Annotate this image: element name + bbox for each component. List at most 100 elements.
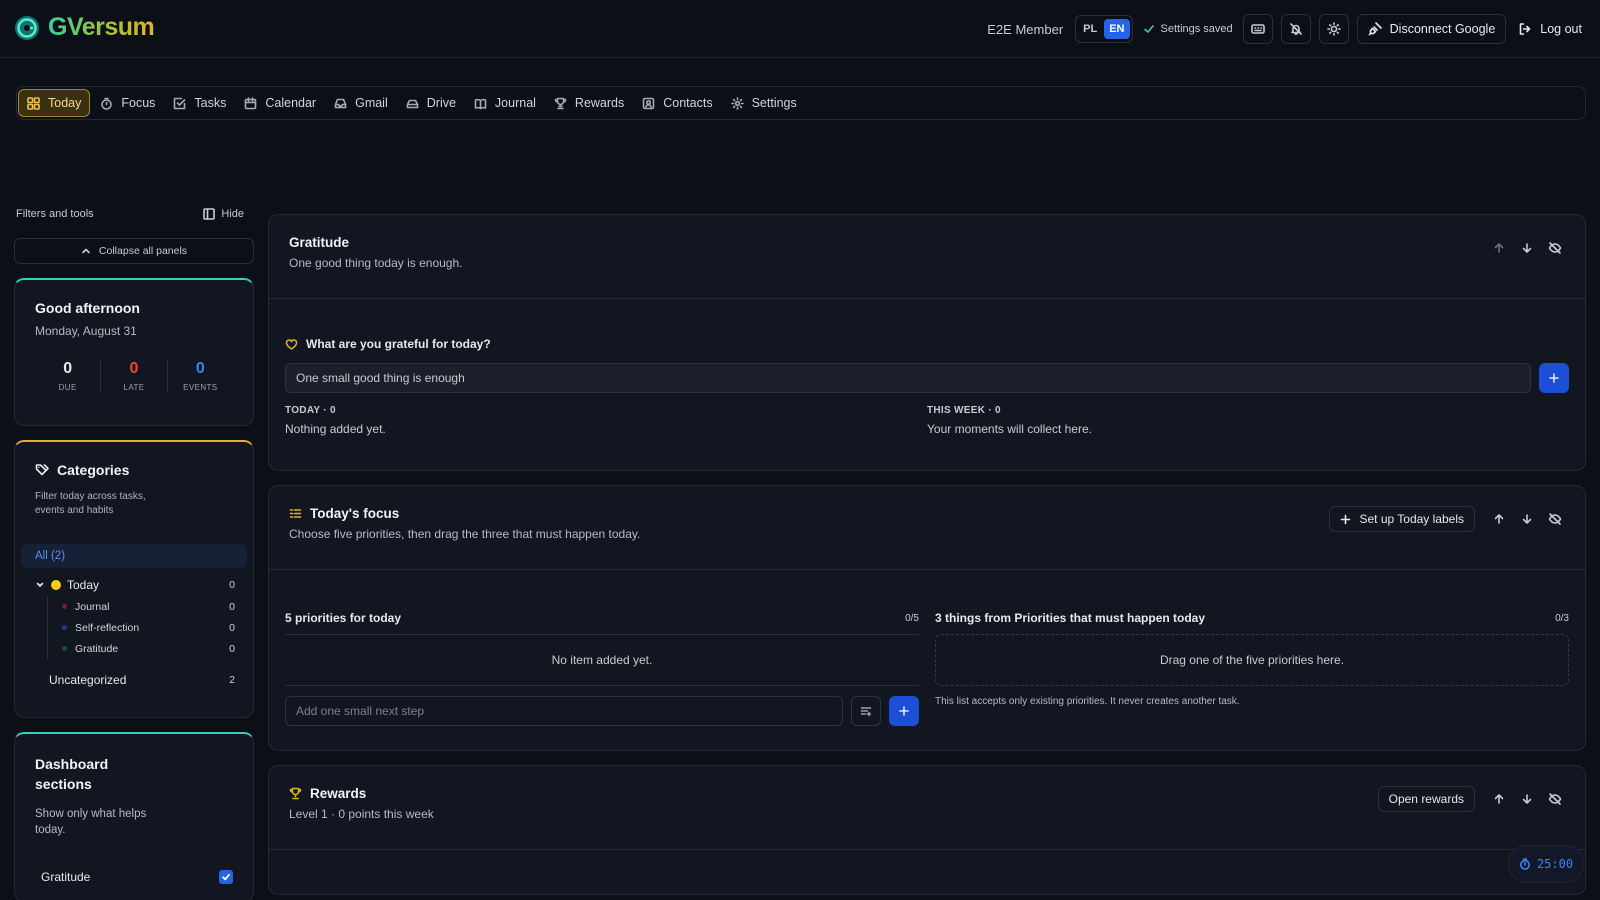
collapse-all-button[interactable]: Collapse all panels (14, 238, 254, 264)
nav-journal-label: Journal (494, 96, 536, 110)
gratitude-checkbox[interactable] (219, 870, 233, 884)
move-up-button[interactable] (1489, 236, 1509, 260)
greeting-date: Monday, August 31 (35, 324, 137, 338)
step-options-button[interactable] (851, 696, 881, 726)
hide-section-button[interactable] (1545, 507, 1565, 531)
hide-section-button[interactable] (1545, 236, 1565, 260)
nav-focus[interactable]: Focus (92, 89, 163, 117)
logout-button[interactable]: Log out (1514, 14, 1586, 44)
lang-pl[interactable]: PL (1078, 19, 1102, 39)
section-toggle-gratitude[interactable]: Gratitude (21, 870, 233, 884)
categories-description: Filter today across tasks, events and ha… (35, 491, 146, 516)
hide-section-button[interactable] (1545, 787, 1565, 811)
gratitude-input[interactable]: One small good thing is enough (285, 363, 1531, 393)
gear-icon (730, 96, 744, 110)
hide-sidebar-button[interactable]: Hide (203, 208, 244, 220)
list-icon (289, 509, 302, 518)
category-journal[interactable]: Journal 0 (47, 596, 247, 617)
gratitude-today: TODAY · 0 Nothing added yet. (285, 405, 927, 436)
move-up-button[interactable] (1489, 787, 1509, 811)
focus-timer-widget[interactable]: 25:00 (1508, 845, 1584, 883)
category-today[interactable]: Today 0 (21, 574, 247, 596)
language-switch[interactable]: PL EN (1075, 15, 1133, 43)
category-uncategorized-count: 2 (229, 674, 235, 686)
stat-late-value: 0 (129, 360, 139, 377)
category-journal-label: Journal (75, 600, 110, 613)
unplug-icon (1368, 22, 1382, 36)
rewards-subtitle: Level 1 · 0 points this week (289, 807, 434, 821)
category-gratitude-label: Gratitude (75, 642, 119, 655)
nav-calendar[interactable]: Calendar (236, 89, 324, 117)
trophy-icon (289, 787, 302, 800)
move-up-button[interactable] (1489, 507, 1509, 531)
gratitude-question-label: What are you grateful for today? (306, 337, 491, 351)
grid-icon (27, 96, 40, 110)
nav-settings-label: Settings (751, 96, 797, 110)
app-logo[interactable]: GVersum (14, 13, 155, 42)
add-step-row: Add one small next step (285, 696, 919, 726)
nav-gmail[interactable]: Gmail (326, 89, 396, 117)
gratitude-body: What are you grateful for today? One sma… (269, 299, 1585, 470)
sun-icon (1326, 22, 1341, 36)
category-gratitude-count: 0 (229, 642, 235, 655)
gratitude-today-caption: TODAY · 0 (285, 405, 336, 416)
lang-en[interactable]: EN (1104, 19, 1130, 39)
nav-rewards[interactable]: Rewards (546, 89, 632, 117)
must-happen-dropzone[interactable]: Drag one of the five priorities here. (935, 634, 1569, 686)
category-gratitude[interactable]: Gratitude 0 (47, 638, 247, 659)
add-step-button[interactable] (889, 696, 919, 726)
setup-today-labels-button[interactable]: Set up Today labels (1329, 506, 1475, 532)
nav-settings[interactable]: Settings (723, 89, 805, 117)
chevron-down-icon[interactable] (35, 580, 45, 590)
rewards-actions: Open rewards (1377, 786, 1565, 812)
focus-header: Today's focus Choose five priorities, th… (269, 486, 1585, 570)
journal-dot (62, 604, 67, 609)
stat-due[interactable]: 0 DUE (35, 360, 102, 392)
disconnect-google-label: Disconnect Google (1389, 22, 1496, 36)
arrow-up-icon (1494, 794, 1504, 804)
open-rewards-button[interactable]: Open rewards (1377, 786, 1475, 812)
rewards-panel: Rewards Level 1 · 0 points this week Ope… (268, 765, 1586, 895)
must-happen-column: 3 things from Priorities that must happe… (935, 608, 1569, 726)
logout-icon (1519, 23, 1531, 35)
nav-tasks[interactable]: Tasks (165, 89, 234, 117)
nav-drive[interactable]: Drive (398, 89, 464, 117)
gratitude-subtitle: One good thing today is enough. (289, 256, 463, 270)
next-step-input[interactable]: Add one small next step (285, 696, 843, 726)
plus-icon (899, 706, 909, 716)
nav-today[interactable]: Today (18, 89, 91, 117)
notifications-button[interactable] (1280, 14, 1311, 44)
priorities-count: 0/5 (905, 612, 919, 624)
stat-events[interactable]: 0 EVENTS (168, 360, 233, 392)
move-down-button[interactable] (1517, 507, 1537, 531)
gratitude-question: What are you grateful for today? (285, 337, 1569, 351)
nav-contacts[interactable]: Contacts (634, 89, 720, 117)
gratitude-week-caption: THIS WEEK · 0 (927, 405, 1001, 416)
collapse-label: Collapse all panels (98, 245, 188, 257)
must-happen-header: 3 things from Priorities that must happe… (935, 608, 1569, 628)
nav-focus-label: Focus (121, 96, 156, 110)
keyboard-button[interactable] (1242, 14, 1273, 44)
category-self-reflection[interactable]: Self-reflection 0 (47, 617, 247, 638)
timer-icon (101, 97, 113, 110)
category-all[interactable]: All (2) (21, 544, 247, 568)
disconnect-google-button[interactable]: Disconnect Google (1356, 14, 1507, 44)
add-gratitude-button[interactable] (1539, 363, 1569, 393)
rewards-title: Rewards (310, 786, 367, 801)
nav-contacts-label: Contacts (663, 96, 713, 110)
move-down-button[interactable] (1517, 787, 1537, 811)
stat-late[interactable]: 0 LATE (101, 360, 168, 392)
gratitude-input-row: One small good thing is enough (285, 363, 1569, 393)
calendar-icon (245, 96, 257, 109)
app-name: GVersum (48, 13, 155, 41)
gratitude-header: Gratitude One good thing today is enough… (269, 215, 1585, 299)
theme-toggle[interactable] (1318, 14, 1349, 44)
rewards-header: Rewards Level 1 · 0 points this week Ope… (269, 766, 1585, 850)
category-uncategorized[interactable]: Uncategorized 2 (21, 669, 247, 691)
arrow-down-icon (1522, 514, 1532, 524)
inbox-icon (334, 98, 347, 108)
member-label: E2E Member (987, 21, 1064, 37)
nav-journal[interactable]: Journal (466, 89, 544, 117)
chevron-up-icon (82, 248, 90, 254)
move-down-button[interactable] (1517, 236, 1537, 260)
